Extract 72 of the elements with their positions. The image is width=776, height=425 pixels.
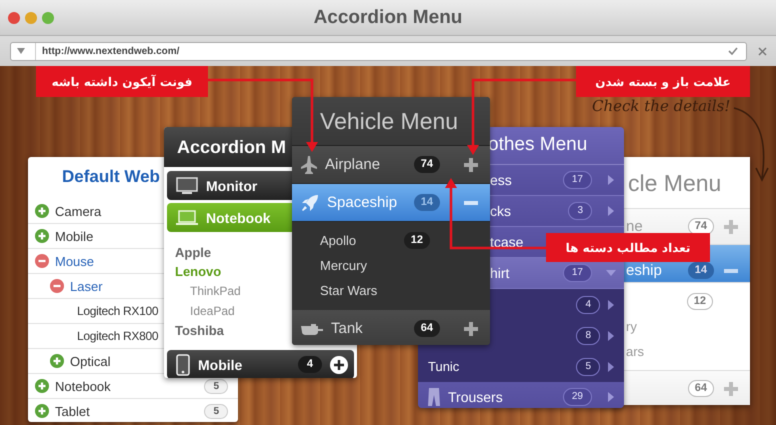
monitor-icon (176, 176, 198, 194)
menu-title: Default Web (62, 167, 160, 186)
count-badge: 3 (568, 202, 592, 220)
count-badge: 64 (414, 320, 440, 337)
menu-item[interactable]: Logitech RX100 (77, 304, 158, 318)
submenu-item[interactable]: Apollo (320, 233, 356, 248)
count-badge: 8 (576, 326, 600, 344)
submenu-item[interactable]: Star Wars (320, 283, 378, 298)
menu-item[interactable]: Notebook (55, 378, 111, 394)
count-badge: 14 (414, 194, 440, 211)
plus-icon[interactable] (464, 158, 478, 172)
menu-item[interactable]: Mouse (55, 254, 94, 268)
laptop-icon (176, 210, 198, 226)
plus-icon[interactable] (464, 322, 478, 336)
caret-right-icon[interactable] (606, 298, 616, 310)
menu-title: Accordion M (177, 136, 286, 158)
close-window-button[interactable] (8, 12, 20, 24)
count-badge: 12 (404, 232, 430, 249)
count-badge: 74 (688, 218, 714, 235)
count-badge: 17 (562, 171, 592, 189)
menu-item[interactable]: Toshiba (175, 321, 224, 340)
submenu-item[interactable]: Mercury (320, 258, 367, 273)
menu-item[interactable]: Apple (175, 243, 212, 262)
caret-right-icon[interactable] (606, 391, 616, 403)
plus-circle-icon[interactable] (330, 356, 348, 374)
menu-item[interactable]: Laser (70, 278, 103, 294)
caret-icon (17, 48, 25, 54)
submenu-item[interactable]: ThinkPad (175, 281, 241, 301)
count-badge: 5 (204, 378, 228, 394)
address-field[interactable]: http://www.nextendweb.com/ (10, 42, 747, 60)
annotation-label: تعداد مطالب دسته ها (546, 233, 710, 262)
zoom-window-button[interactable] (42, 12, 54, 24)
menu-item[interactable]: Tablet (55, 404, 90, 418)
minus-circle-icon[interactable] (50, 279, 64, 293)
count-badge: 12 (686, 293, 713, 310)
count-badge: 17 (562, 264, 592, 282)
menu-row[interactable]: Tank 64 (292, 310, 490, 345)
count-badge: 5 (576, 358, 600, 376)
count-badge: 14 (688, 262, 714, 279)
submenu-item[interactable]: IdeaPad (175, 301, 235, 321)
menu-row[interactable]: Trousers 29 (418, 382, 624, 408)
count-badge: 74 (414, 156, 440, 173)
caret-right-icon[interactable] (606, 205, 616, 217)
count-badge: 4 (298, 356, 322, 373)
menu-item[interactable]: Optical (70, 354, 110, 368)
check-icon (728, 47, 738, 55)
annotation-label: فونت آیکون داشته باشه (36, 66, 208, 97)
trousers-icon (428, 388, 440, 406)
menu-item[interactable]: Logitech RX800 (77, 329, 158, 343)
handwritten-note: Check the details! (592, 97, 730, 115)
rocket-icon (301, 194, 319, 212)
caret-right-icon[interactable] (606, 174, 616, 186)
menu-item[interactable]: Mobile (55, 228, 94, 244)
accordion-header[interactable]: Mobile 4 (167, 350, 354, 378)
minus-circle-icon[interactable] (35, 254, 49, 268)
count-badge: 64 (688, 380, 714, 397)
menu-row[interactable]: Airplane 74 (292, 146, 490, 184)
phone-icon (176, 354, 190, 376)
close-icon[interactable] (758, 46, 767, 56)
window-title: Accordion Menu (314, 6, 462, 28)
count-badge: 29 (562, 388, 592, 406)
annotation-label: علامت باز و بسته شدن (576, 66, 750, 97)
tank-icon (301, 322, 323, 334)
menu-item[interactable]: Camera (55, 204, 102, 218)
airplane-icon (301, 156, 317, 174)
count-badge: 5 (204, 404, 228, 418)
menu-title: Vehicle Menu (292, 97, 490, 146)
submenu-item[interactable]: Tunic (428, 359, 460, 374)
caret-right-icon[interactable] (606, 360, 616, 372)
caret-right-icon[interactable] (606, 330, 616, 342)
minimize-window-button[interactable] (25, 12, 37, 24)
count-badge: 4 (576, 296, 600, 314)
